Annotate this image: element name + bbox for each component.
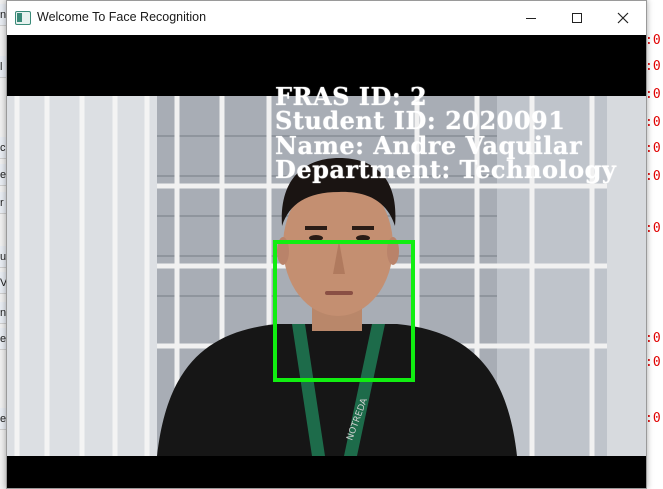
student-id-label: Student ID: 2020091 xyxy=(275,106,566,135)
background-right-cell: :0 xyxy=(645,331,661,346)
face-bounding-box xyxy=(273,240,415,382)
face-recognition-window[interactable]: Welcome To Face Recognition NOTREDA FRAS… xyxy=(6,0,647,489)
minimize-icon xyxy=(526,17,536,19)
background-right-cell: :0 xyxy=(645,355,661,370)
window-title: Welcome To Face Recognition xyxy=(37,10,207,24)
background-right-cell: :0 xyxy=(645,87,661,102)
maximize-button[interactable] xyxy=(554,1,600,35)
background-right-cell: :0 xyxy=(645,115,661,130)
background-right-cell: :0 xyxy=(645,169,661,184)
minimize-button[interactable] xyxy=(508,1,554,35)
background-right-column: :0 :0 :0 :0 :0 :0 :0 :0 :0 :0 xyxy=(645,0,663,489)
department-label: Department: Technology xyxy=(275,155,617,184)
background-right-cell: :0 xyxy=(645,141,661,156)
close-button[interactable] xyxy=(600,1,646,35)
camera-feed: NOTREDA FRAS ID: 2 Student ID: 2020091 N… xyxy=(7,35,646,488)
close-icon xyxy=(617,12,629,24)
background-right-cell: :0 xyxy=(645,221,661,236)
title-bar[interactable]: Welcome To Face Recognition xyxy=(7,1,646,35)
app-window-icon xyxy=(15,11,31,25)
maximize-icon xyxy=(572,13,582,23)
background-right-cell: :0 xyxy=(645,33,661,48)
background-right-cell: :0 xyxy=(645,411,661,426)
background-right-cell: :0 xyxy=(645,59,661,74)
